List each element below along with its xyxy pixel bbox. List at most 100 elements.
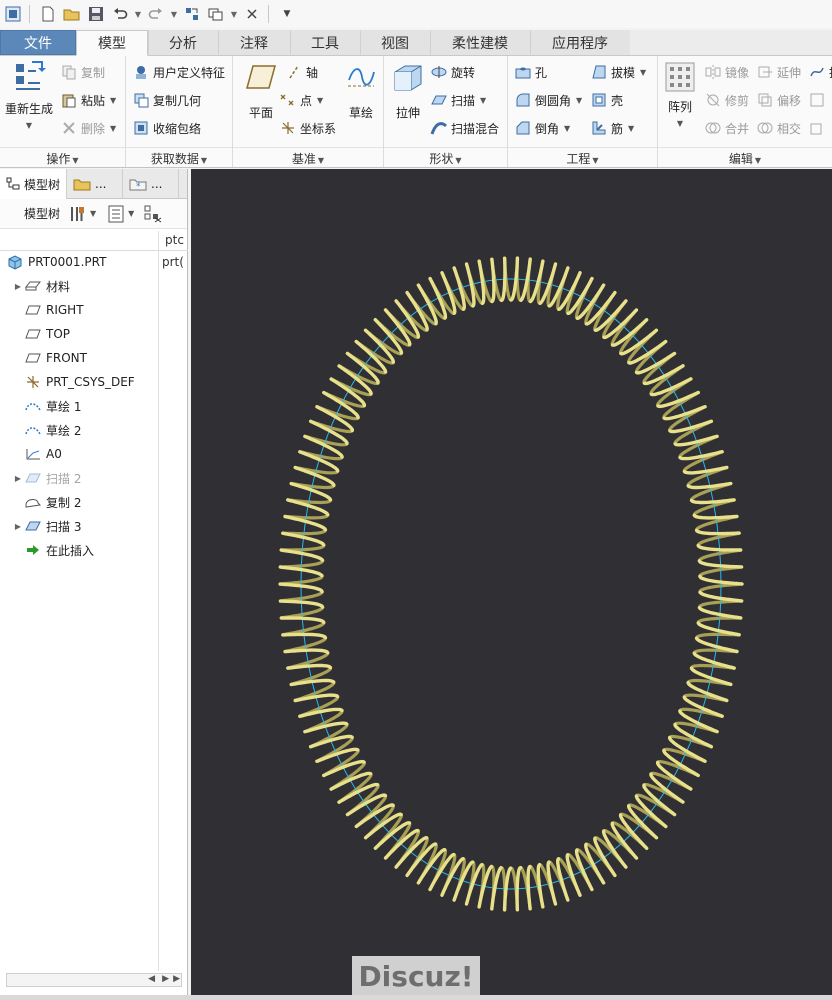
horizontal-scrollbar[interactable]: ◀ ▶ ▶ [6, 973, 182, 987]
tree-item[interactable]: TOP [0, 323, 158, 345]
tree-item[interactable]: 复制 2 [0, 491, 158, 513]
windows-icon[interactable] [205, 3, 227, 25]
windows-dropdown-icon[interactable]: ▼ [229, 3, 239, 25]
spring-coil-front[interactable] [278, 256, 744, 912]
undo-dropdown-icon[interactable]: ▼ [133, 3, 143, 25]
settings-dropdown-icon[interactable]: ▼ [90, 209, 96, 218]
expand-arrow-icon[interactable]: ▶ [12, 474, 24, 483]
round-dropdown-icon[interactable]: ▼ [576, 96, 582, 105]
tab-folder-browser[interactable]: ... [67, 169, 124, 199]
tree-item[interactable]: RIGHT [0, 299, 158, 321]
new-file-icon[interactable] [37, 3, 59, 25]
axis-button[interactable]: 轴 [285, 62, 318, 82]
udf-button[interactable]: 用户定义特征 [132, 62, 225, 82]
tree-item[interactable]: PRT0001.PRT [0, 251, 158, 273]
tab-annotate[interactable]: 注释 [218, 30, 290, 55]
merge-button[interactable]: 合并 [704, 118, 749, 138]
app-window-icon[interactable] [2, 3, 24, 25]
point-dropdown-icon[interactable]: ▼ [317, 96, 323, 105]
group-operations-label[interactable]: 操作 ▼ [0, 147, 125, 166]
paste-button[interactable]: 粘贴 ▼ [60, 90, 116, 110]
offset-button[interactable]: 偏移 [756, 90, 801, 110]
pattern-dropdown-icon[interactable]: ▼ [677, 119, 683, 128]
tab-analysis[interactable]: 分析 [148, 30, 218, 55]
tree-item[interactable]: 草绘 1 [0, 395, 158, 417]
point-button[interactable]: 点 ▼ [279, 90, 323, 110]
extrude-button[interactable]: 拉伸 [388, 62, 428, 121]
tab-file[interactable]: 文件 [0, 30, 76, 55]
tab-favorites[interactable]: * ... [123, 169, 180, 199]
show-list-icon[interactable] [108, 205, 124, 223]
rib-dropdown-icon[interactable]: ▼ [628, 124, 634, 133]
chamfer-dropdown-icon[interactable]: ▼ [564, 124, 570, 133]
close-window-icon[interactable] [241, 3, 263, 25]
csys-button[interactable]: 坐标系 [279, 118, 336, 138]
project-button[interactable]: 投 [808, 62, 832, 82]
regenerate-dropdown-icon[interactable]: ▼ [26, 121, 32, 130]
group-edit-label[interactable]: 编辑 ▼ [658, 147, 832, 166]
tree-item[interactable]: ▶ 材料 [0, 275, 158, 297]
fill-button[interactable] [808, 90, 829, 110]
intersect-button[interactable]: 相交 [756, 118, 801, 138]
settings-tools-icon[interactable] [68, 205, 86, 223]
tree-item[interactable]: 草绘 2 [0, 419, 158, 441]
copy-geometry-button[interactable]: 复制几何 [132, 90, 201, 110]
sweep-dropdown-icon[interactable]: ▼ [480, 96, 486, 105]
expand-arrow-icon[interactable]: ▶ [12, 522, 24, 531]
tree-item[interactable]: A0 [0, 443, 158, 465]
customize-qat-icon[interactable]: ▼ [276, 3, 298, 25]
group-datum-label[interactable]: 基准 ▼ [233, 147, 383, 166]
tab-flexible-modeling[interactable]: 柔性建模 [430, 30, 530, 55]
show-dropdown-icon[interactable]: ▼ [128, 209, 134, 218]
draft-button[interactable]: 拔模 ▼ [590, 62, 646, 82]
chamfer-button[interactable]: 倒角 ▼ [514, 118, 570, 138]
delete-dropdown-icon[interactable]: ▼ [110, 124, 116, 133]
solidify-button[interactable] [808, 118, 829, 138]
regenerate-small-icon[interactable] [181, 3, 203, 25]
mirror-button[interactable]: 镜像 [704, 62, 749, 82]
group-engineering-label[interactable]: 工程 ▼ [508, 147, 657, 166]
trim-button[interactable]: 修剪 [704, 90, 749, 110]
tab-model[interactable]: 模型 [76, 30, 148, 56]
tree-item[interactable]: 在此插入 [0, 539, 158, 561]
tree-item[interactable]: ▶ 扫描 2 [0, 467, 158, 489]
hole-button[interactable]: 孔 [514, 62, 547, 82]
undo-icon[interactable] [109, 3, 131, 25]
model-tree-toolbar-label[interactable]: 模型树 [24, 205, 60, 222]
revolve-button[interactable]: 旋转 [430, 62, 475, 82]
sweep-button[interactable]: 扫描 ▼ [430, 90, 486, 110]
graphics-viewport[interactable] [191, 169, 832, 995]
tab-tools[interactable]: 工具 [290, 30, 360, 55]
open-folder-icon[interactable] [61, 3, 83, 25]
regenerate-button[interactable]: 重新生成 ▼ [4, 60, 54, 130]
copy-button[interactable]: 复制 [60, 62, 105, 82]
scroll-end-icon[interactable]: ▶ [173, 974, 180, 984]
sketch-button[interactable]: 草绘 [341, 62, 381, 121]
redo-dropdown-icon[interactable]: ▼ [169, 3, 179, 25]
plane-button[interactable]: 平面 [239, 62, 283, 121]
group-get-data-label[interactable]: 获取数据 ▼ [126, 147, 232, 166]
group-shapes-label[interactable]: 形状 ▼ [384, 147, 507, 166]
spring-ring-model[interactable] [191, 169, 832, 995]
scroll-left-icon[interactable]: ◀ [148, 974, 155, 984]
tree-item[interactable]: FRONT [0, 347, 158, 369]
delete-button[interactable]: 删除 ▼ [60, 118, 116, 138]
round-button[interactable]: 倒圆角 ▼ [514, 90, 582, 110]
column-separator[interactable] [158, 231, 159, 971]
shrinkwrap-button[interactable]: 收缩包络 [132, 118, 201, 138]
tab-applications[interactable]: 应用程序 [530, 30, 630, 55]
draft-dropdown-icon[interactable]: ▼ [640, 68, 646, 77]
column-header-ptc[interactable]: ptc [165, 233, 184, 247]
tab-model-tree[interactable]: 模型树 [0, 169, 68, 199]
swept-blend-button[interactable]: 扫描混合 [430, 118, 499, 138]
tree-item[interactable]: ▶ 扫描 3 [0, 515, 158, 537]
expand-arrow-icon[interactable]: ▶ [12, 282, 24, 291]
extend-button[interactable]: 延伸 [756, 62, 801, 82]
scroll-right-icon[interactable]: ▶ [162, 974, 169, 984]
rib-button[interactable]: 筋 ▼ [590, 118, 634, 138]
paste-dropdown-icon[interactable]: ▼ [110, 96, 116, 105]
pattern-button[interactable]: 阵列 ▼ [662, 62, 698, 128]
redo-icon[interactable] [145, 3, 167, 25]
shell-button[interactable]: 壳 [590, 90, 623, 110]
tree-item[interactable]: PRT_CSYS_DEF [0, 371, 158, 393]
